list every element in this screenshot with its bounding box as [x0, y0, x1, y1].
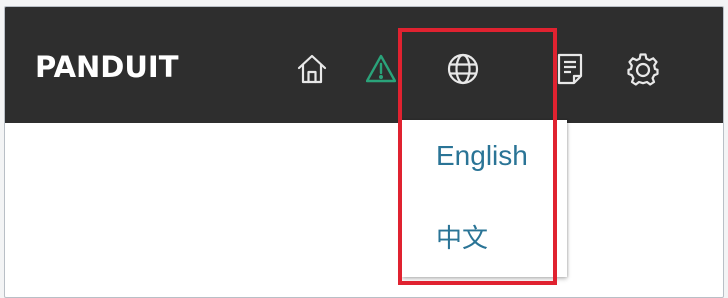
language-option-english[interactable]: English — [436, 140, 528, 172]
globe-icon[interactable] — [446, 52, 480, 86]
report-icon[interactable] — [556, 52, 584, 86]
home-icon[interactable] — [296, 53, 328, 85]
gear-icon[interactable] — [626, 52, 660, 86]
language-option-chinese[interactable]: 中文 — [436, 218, 488, 255]
top-navbar: PANDUIT — [5, 7, 723, 123]
language-dropdown-menu: English 中文 — [402, 120, 567, 277]
panduit-logo[interactable]: PANDUIT — [35, 52, 179, 83]
warning-icon[interactable] — [366, 52, 396, 84]
app-window: PANDUIT English 中文 — [4, 6, 724, 298]
